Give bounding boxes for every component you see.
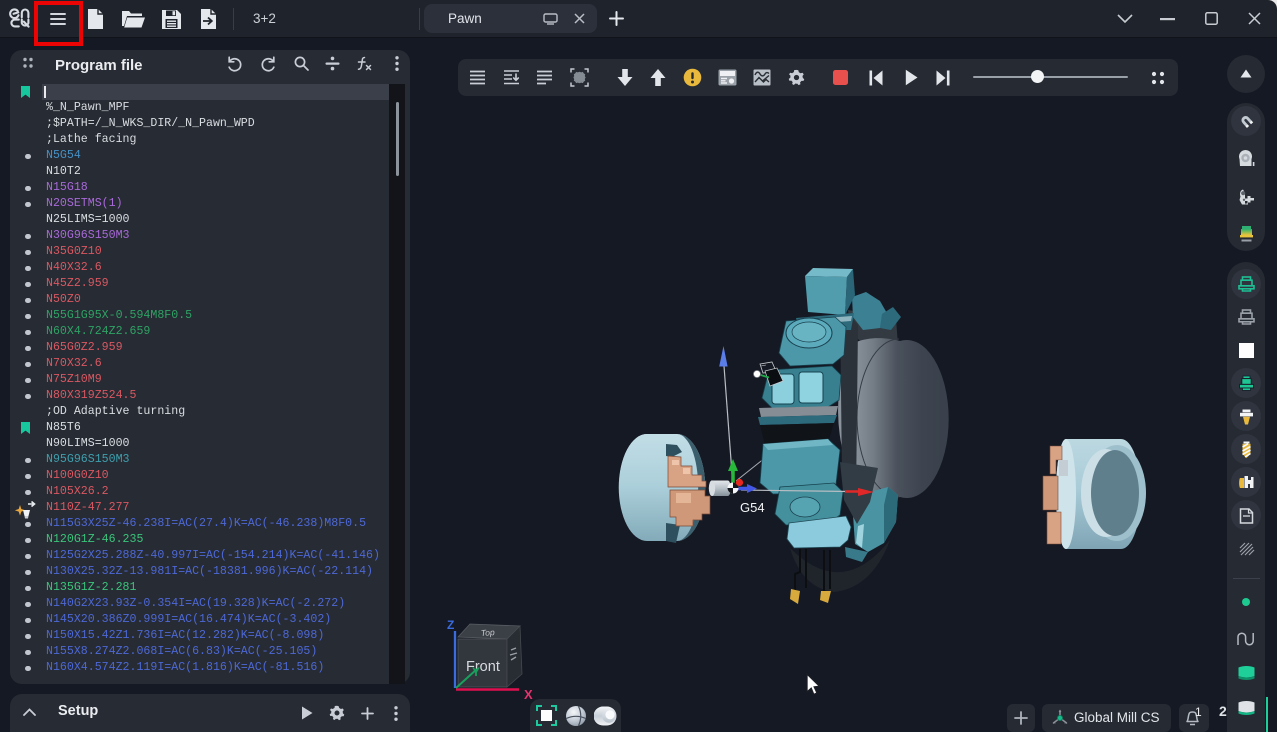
svg-text:X: X <box>524 687 533 702</box>
svg-text:Y: Y <box>472 665 480 679</box>
svg-text:Top: Top <box>480 627 495 638</box>
svg-text:Z: Z <box>447 618 454 632</box>
svg-text:G54: G54 <box>740 500 765 515</box>
